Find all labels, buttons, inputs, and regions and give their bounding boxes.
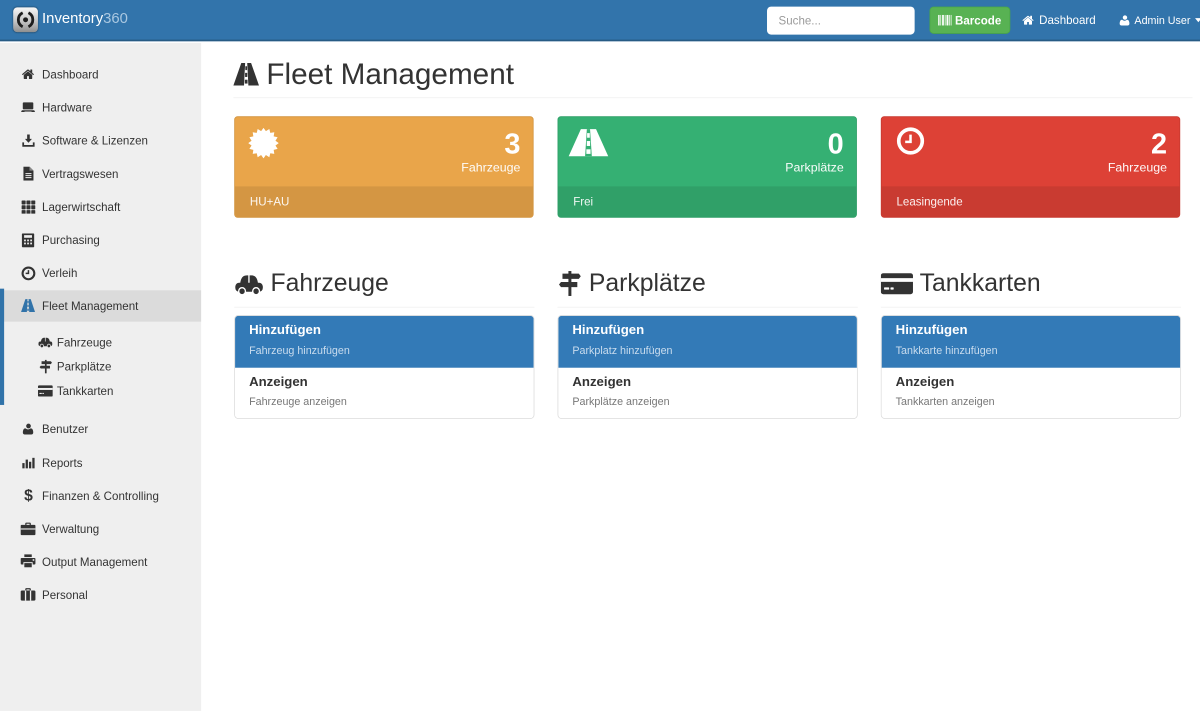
svg-text:$: $ [24, 488, 33, 503]
